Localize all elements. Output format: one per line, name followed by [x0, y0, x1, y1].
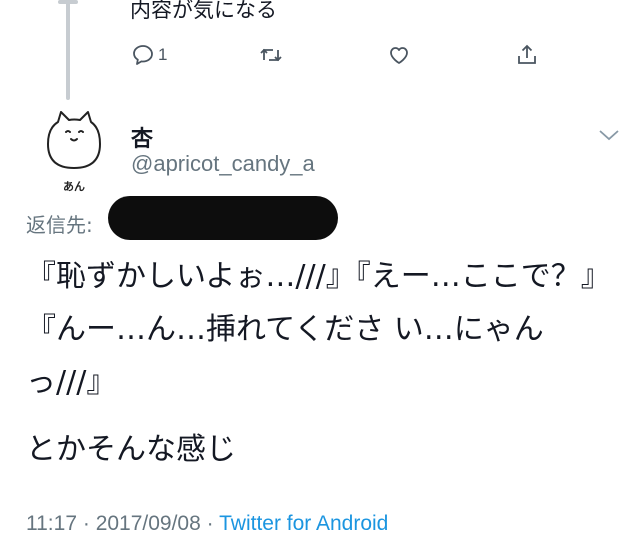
previous-tweet-text: 内容が気になる [130, 0, 277, 22]
avatar[interactable]: あん [38, 108, 110, 198]
share-icon [518, 44, 536, 64]
author-name[interactable]: 杏 [131, 121, 153, 153]
avatar-caption: あん [63, 180, 85, 193]
like-button[interactable] [386, 40, 412, 70]
reply-count: 1 [158, 45, 168, 64]
meta-separator: · [82, 512, 90, 535]
previous-tweet-actions: 1 [130, 40, 550, 70]
reply-icon [133, 45, 153, 65]
tweet-body: 『恥ずかしいよぉ…///』『えー…ここで？』『んー…ん…挿れてくださ い…にゃん… [26, 259, 611, 400]
thread-connector [66, 0, 70, 100]
like-icon [390, 47, 408, 64]
tweet-meta: 11:17 · 2017/09/08 · Twitter for Android [26, 512, 388, 536]
retweet-icon [260, 48, 282, 62]
share-button[interactable] [514, 40, 540, 70]
retweet-button[interactable] [258, 40, 284, 70]
reply-to-label: 返信先: [26, 213, 93, 237]
reply-button[interactable]: 1 [130, 40, 167, 70]
chevron-down-icon[interactable] [598, 128, 620, 142]
tweet-client[interactable]: Twitter for Android [219, 512, 388, 535]
tweet-time: 11:17 [26, 512, 77, 535]
author-handle[interactable]: @apricot_candy_a [131, 151, 315, 177]
tweet-date: 2017/09/08 [95, 512, 201, 535]
tweet-body-line2: とかそんな感じ [26, 432, 236, 467]
redacted-username [108, 196, 338, 240]
meta-separator-2: · [206, 512, 214, 535]
